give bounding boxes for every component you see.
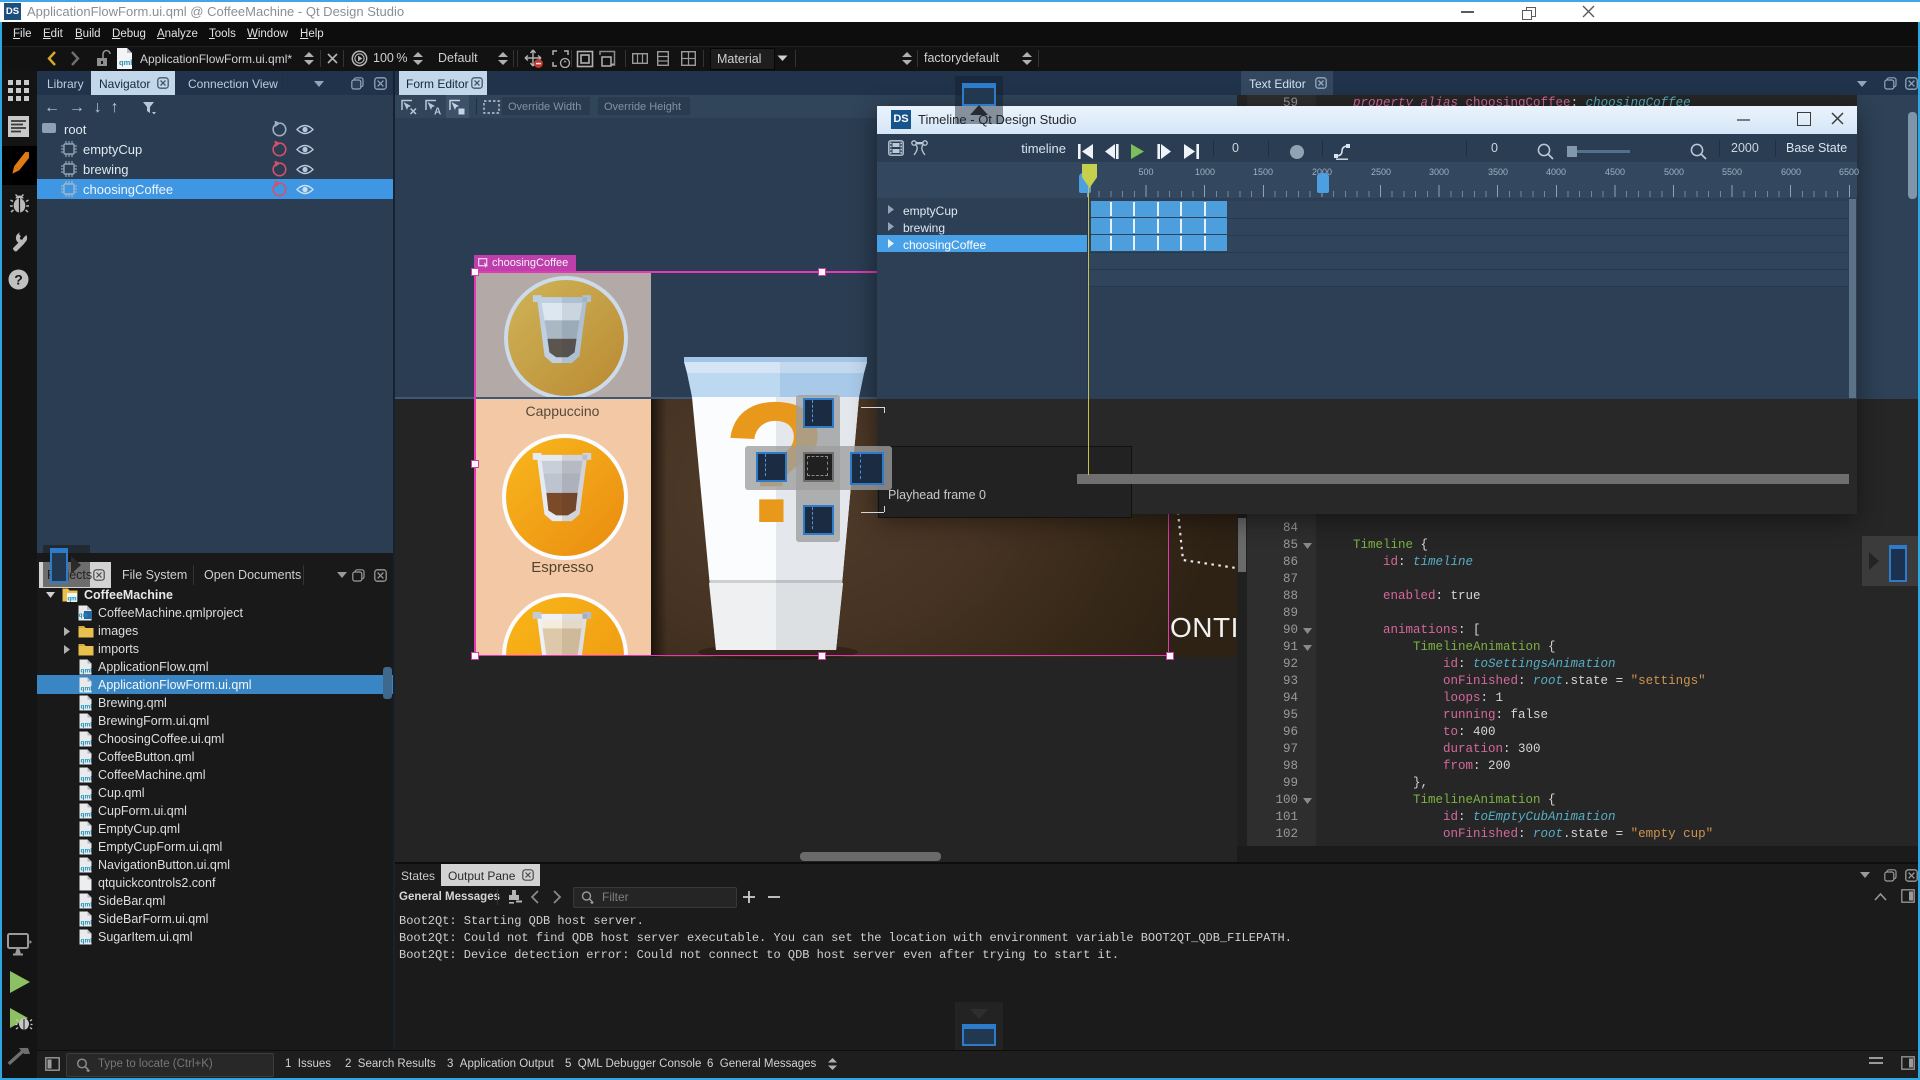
svg-text:qml: qml — [81, 938, 93, 945]
svg-text:qml: qml — [81, 902, 93, 909]
svg-text:qml: qml — [68, 597, 79, 603]
svg-text:qml: qml — [81, 722, 93, 729]
svg-text:qml: qml — [119, 58, 132, 67]
svg-text:qml: qml — [81, 668, 93, 675]
svg-text:qm: qm — [79, 613, 88, 619]
svg-text:A: A — [434, 107, 441, 116]
svg-text:qml: qml — [81, 704, 93, 711]
svg-text:qml: qml — [81, 812, 93, 819]
svg-text:qml: qml — [81, 866, 93, 873]
svg-text:qml: qml — [81, 776, 93, 783]
svg-text:qml: qml — [81, 848, 93, 855]
svg-text:qml: qml — [81, 920, 93, 927]
svg-text:qml: qml — [81, 758, 93, 765]
svg-text:qml: qml — [81, 740, 93, 747]
svg-text:qml: qml — [81, 686, 93, 693]
svg-text:?: ? — [14, 272, 23, 288]
svg-text:qml: qml — [81, 794, 93, 801]
svg-text:qml: qml — [81, 830, 93, 837]
